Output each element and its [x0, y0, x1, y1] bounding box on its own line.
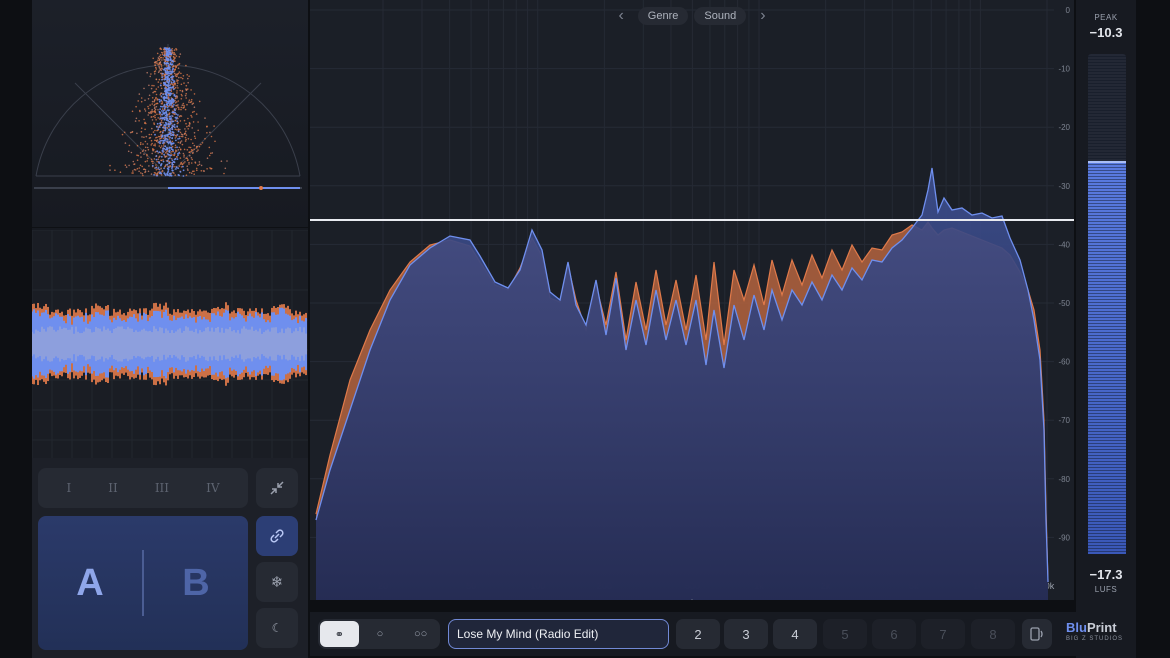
overlay-mode-button[interactable]: ⚭	[320, 621, 359, 647]
b-button[interactable]: B	[144, 562, 248, 605]
slot-8-button[interactable]: 8	[971, 619, 1015, 649]
vectorscope	[32, 0, 308, 228]
db-label: -10	[1058, 65, 1070, 74]
slot-6-button[interactable]: 6	[872, 619, 916, 649]
snowflake-icon: ❄	[270, 574, 284, 591]
db-scale: 0-10-20-30-40-50-60-70-80-90	[1058, 6, 1070, 542]
db-label: -50	[1058, 299, 1070, 308]
db-label: -80	[1058, 475, 1070, 484]
speaker-button[interactable]	[1022, 619, 1052, 649]
logo-subtitle: BIG Z STUDIOS	[1066, 636, 1124, 642]
slot-3-button[interactable]: 3	[724, 619, 768, 649]
meter-bar	[1088, 54, 1126, 554]
slot-2-button[interactable]: 2	[676, 619, 720, 649]
sound-button[interactable]: Sound	[694, 7, 747, 25]
loudness-meter: PEAK −10.3 −17.3 LUFS	[1076, 0, 1136, 658]
band-3-button[interactable]: III	[155, 481, 169, 495]
band-4-button[interactable]: IV	[206, 481, 219, 495]
collapse-icon	[270, 481, 284, 495]
link-icon	[270, 529, 284, 543]
link-button[interactable]	[256, 516, 298, 556]
collapse-button[interactable]	[256, 468, 298, 508]
waveform-panel	[32, 230, 308, 458]
theme-button[interactable]: ☾	[256, 608, 298, 648]
genre-button[interactable]: Genre	[637, 7, 689, 25]
overlay-icon: ⚭	[334, 628, 344, 641]
speaker-icon	[1030, 627, 1043, 641]
double-circle-icon: ○○	[414, 628, 428, 640]
band-2-button[interactable]: II	[108, 481, 117, 495]
logo: BluPrint BIG Z STUDIOS	[1066, 620, 1123, 642]
slot-5-button[interactable]: 5	[823, 619, 867, 649]
slot-4-button[interactable]: 4	[773, 619, 817, 649]
lufs-label: LUFS	[1094, 585, 1118, 594]
chevron-left-icon[interactable]: ‹	[610, 7, 631, 25]
waveform-display	[32, 230, 308, 458]
vectorscope-display	[34, 44, 302, 190]
logo-blu: Blu	[1066, 620, 1087, 635]
circle-icon: ○	[376, 628, 384, 640]
db-label: -90	[1058, 533, 1070, 542]
chevron-right-icon[interactable]: ›	[752, 7, 773, 25]
track-spectrum	[316, 168, 1048, 600]
db-label: -70	[1058, 416, 1070, 425]
a-button[interactable]: A	[38, 562, 142, 605]
dual-mode-button[interactable]: ○○	[401, 621, 440, 647]
peak-value: −10.3	[1089, 25, 1123, 40]
band-1-button[interactable]: I	[67, 481, 72, 495]
control-panel: I II III IV A B ❄ ☾	[32, 458, 308, 658]
peak-label: PEAK	[1094, 13, 1118, 22]
freeze-button[interactable]: ❄	[256, 562, 298, 602]
single-mode-button[interactable]: ○	[361, 621, 400, 647]
bottom-toolbar: ⚭ ○ ○○ Lose My Mind (Radio Edit) 2 3 4 5…	[310, 612, 1136, 656]
db-label: -60	[1058, 358, 1070, 367]
db-label: -40	[1058, 240, 1070, 249]
reference-track-name[interactable]: Lose My Mind (Radio Edit)	[448, 619, 669, 649]
db-label: -20	[1058, 123, 1070, 132]
view-mode-group: ⚭ ○ ○○	[318, 619, 440, 649]
lufs-value: −17.3	[1089, 567, 1123, 582]
band-selector: I II III IV	[38, 468, 248, 508]
moon-icon: ☾	[271, 621, 283, 635]
spectrum-analyzer: 0-10-20-30-40-50-60-70-80-90205010020050…	[310, 0, 1074, 600]
slot-7-button[interactable]: 7	[921, 619, 965, 649]
preset-navigation: ‹ Genre Sound ›	[310, 5, 1074, 27]
spectrum-display: 0-10-20-30-40-50-60-70-80-90205010020050…	[310, 0, 1074, 600]
ab-toggle[interactable]: A B	[38, 516, 248, 650]
left-panel: I II III IV A B ❄ ☾	[32, 0, 308, 658]
logo-print: Print	[1086, 620, 1117, 635]
db-label: -30	[1058, 182, 1070, 191]
